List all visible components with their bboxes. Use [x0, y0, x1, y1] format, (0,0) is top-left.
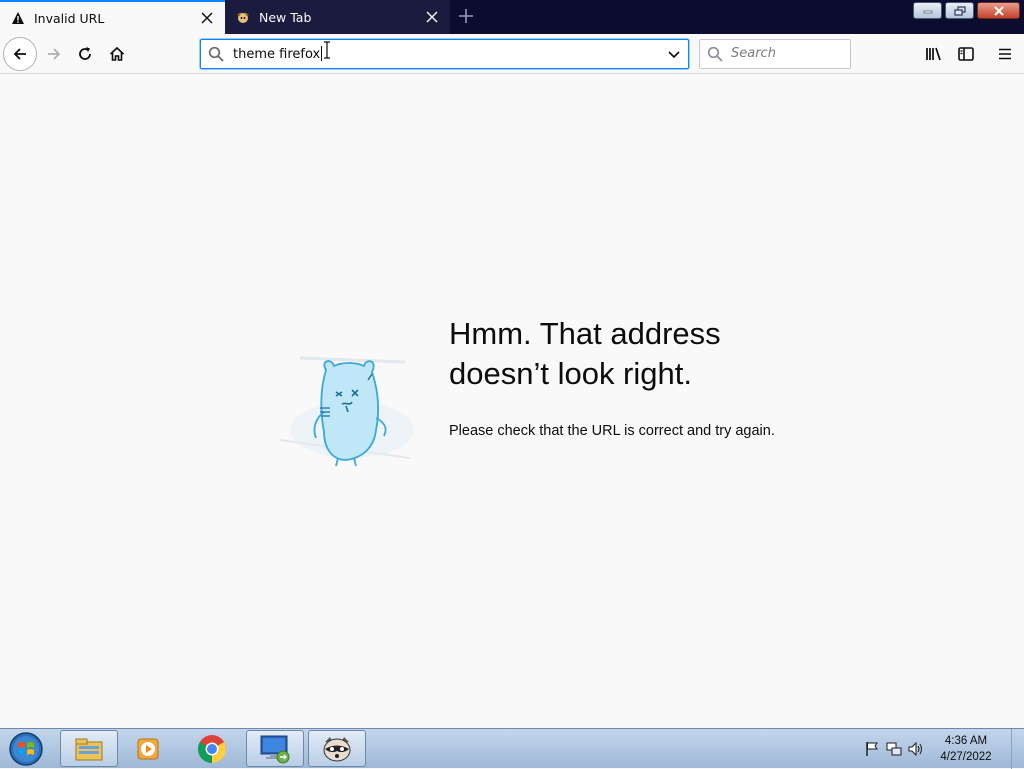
- start-button[interactable]: [4, 731, 48, 767]
- system-clock[interactable]: 4:36 AM 4/27/2022: [927, 733, 1005, 765]
- error-title-line: doesn’t look right.: [449, 356, 692, 391]
- reload-icon: [79, 47, 91, 60]
- search-bar[interactable]: Search: [699, 39, 851, 69]
- url-input[interactable]: theme firefox: [233, 46, 323, 62]
- navigation-toolbar: theme firefox Search: [0, 34, 1024, 74]
- chevron-down-icon[interactable]: [666, 46, 682, 66]
- restore-button[interactable]: [945, 2, 974, 19]
- remote-desktop-icon: [260, 735, 290, 763]
- home-icon: [109, 46, 125, 61]
- taskbar-app-raccoon[interactable]: [308, 730, 366, 767]
- close-tab-icon[interactable]: [195, 6, 219, 30]
- search-icon: [208, 46, 224, 66]
- taskbar: 4:36 AM 4/27/2022: [0, 728, 1024, 769]
- error-description: Please check that the URL is correct and…: [449, 423, 775, 439]
- restore-icon: [953, 5, 966, 16]
- tab-strip: Invalid URL New Tab: [0, 0, 1024, 34]
- new-tab-button[interactable]: [452, 4, 480, 30]
- reload-button[interactable]: [69, 38, 101, 70]
- warning-icon: [10, 10, 26, 26]
- close-tab-icon[interactable]: [420, 5, 444, 29]
- error-title: Hmm. That address doesn’t look right.: [449, 314, 869, 394]
- text-cursor-icon: [324, 41, 330, 59]
- hamburger-menu-icon: [999, 48, 1011, 60]
- network-icon[interactable]: [883, 738, 905, 760]
- tab-title: New Tab: [259, 9, 312, 25]
- sidebar-button[interactable]: [950, 38, 982, 70]
- taskbar-app-media-player[interactable]: [120, 730, 178, 767]
- action-center-flag-icon[interactable]: [861, 738, 883, 760]
- taskbar-app-explorer[interactable]: [60, 730, 118, 767]
- volume-icon[interactable]: [905, 738, 927, 760]
- sidebar-icon: [958, 47, 974, 61]
- clock-time: 4:36 AM: [944, 735, 988, 747]
- raccoon-app-icon: [323, 736, 351, 761]
- library-button[interactable]: [918, 38, 950, 70]
- search-input[interactable]: Search: [731, 46, 776, 61]
- error-title-line: Hmm. That address: [449, 316, 721, 351]
- tab-title: Invalid URL: [34, 10, 105, 26]
- close-window-button[interactable]: [977, 2, 1020, 19]
- windows-start-icon: [9, 732, 43, 766]
- minimize-button[interactable]: [913, 2, 942, 19]
- taskbar-app-remote-desktop[interactable]: [246, 730, 304, 767]
- system-tray: 4:36 AM 4/27/2022: [861, 729, 1024, 769]
- clock-date: 4/27/2022: [940, 751, 992, 763]
- search-icon: [707, 46, 723, 66]
- back-arrow-icon: [13, 48, 26, 60]
- firefox-icon: [235, 9, 251, 25]
- window-controls: [913, 2, 1020, 19]
- error-illustration: [279, 340, 420, 475]
- tab-new-tab[interactable]: New Tab: [225, 0, 450, 34]
- minimize-icon: [923, 10, 932, 13]
- forward-arrow-icon: [48, 48, 61, 60]
- forward-button[interactable]: [38, 38, 70, 70]
- media-player-icon: [137, 738, 159, 759]
- close-icon: [993, 5, 1004, 16]
- library-icon: [926, 47, 941, 61]
- show-desktop-button[interactable]: [1011, 729, 1024, 769]
- menu-button[interactable]: [989, 38, 1021, 70]
- home-button[interactable]: [101, 38, 133, 70]
- tab-invalid-url[interactable]: Invalid URL: [0, 0, 225, 34]
- url-bar[interactable]: theme firefox: [200, 39, 689, 69]
- plus-icon: [459, 8, 473, 27]
- chrome-icon: [198, 734, 226, 763]
- taskbar-app-chrome[interactable]: [183, 730, 241, 767]
- back-button[interactable]: [3, 37, 37, 71]
- windows-explorer-icon: [75, 738, 103, 760]
